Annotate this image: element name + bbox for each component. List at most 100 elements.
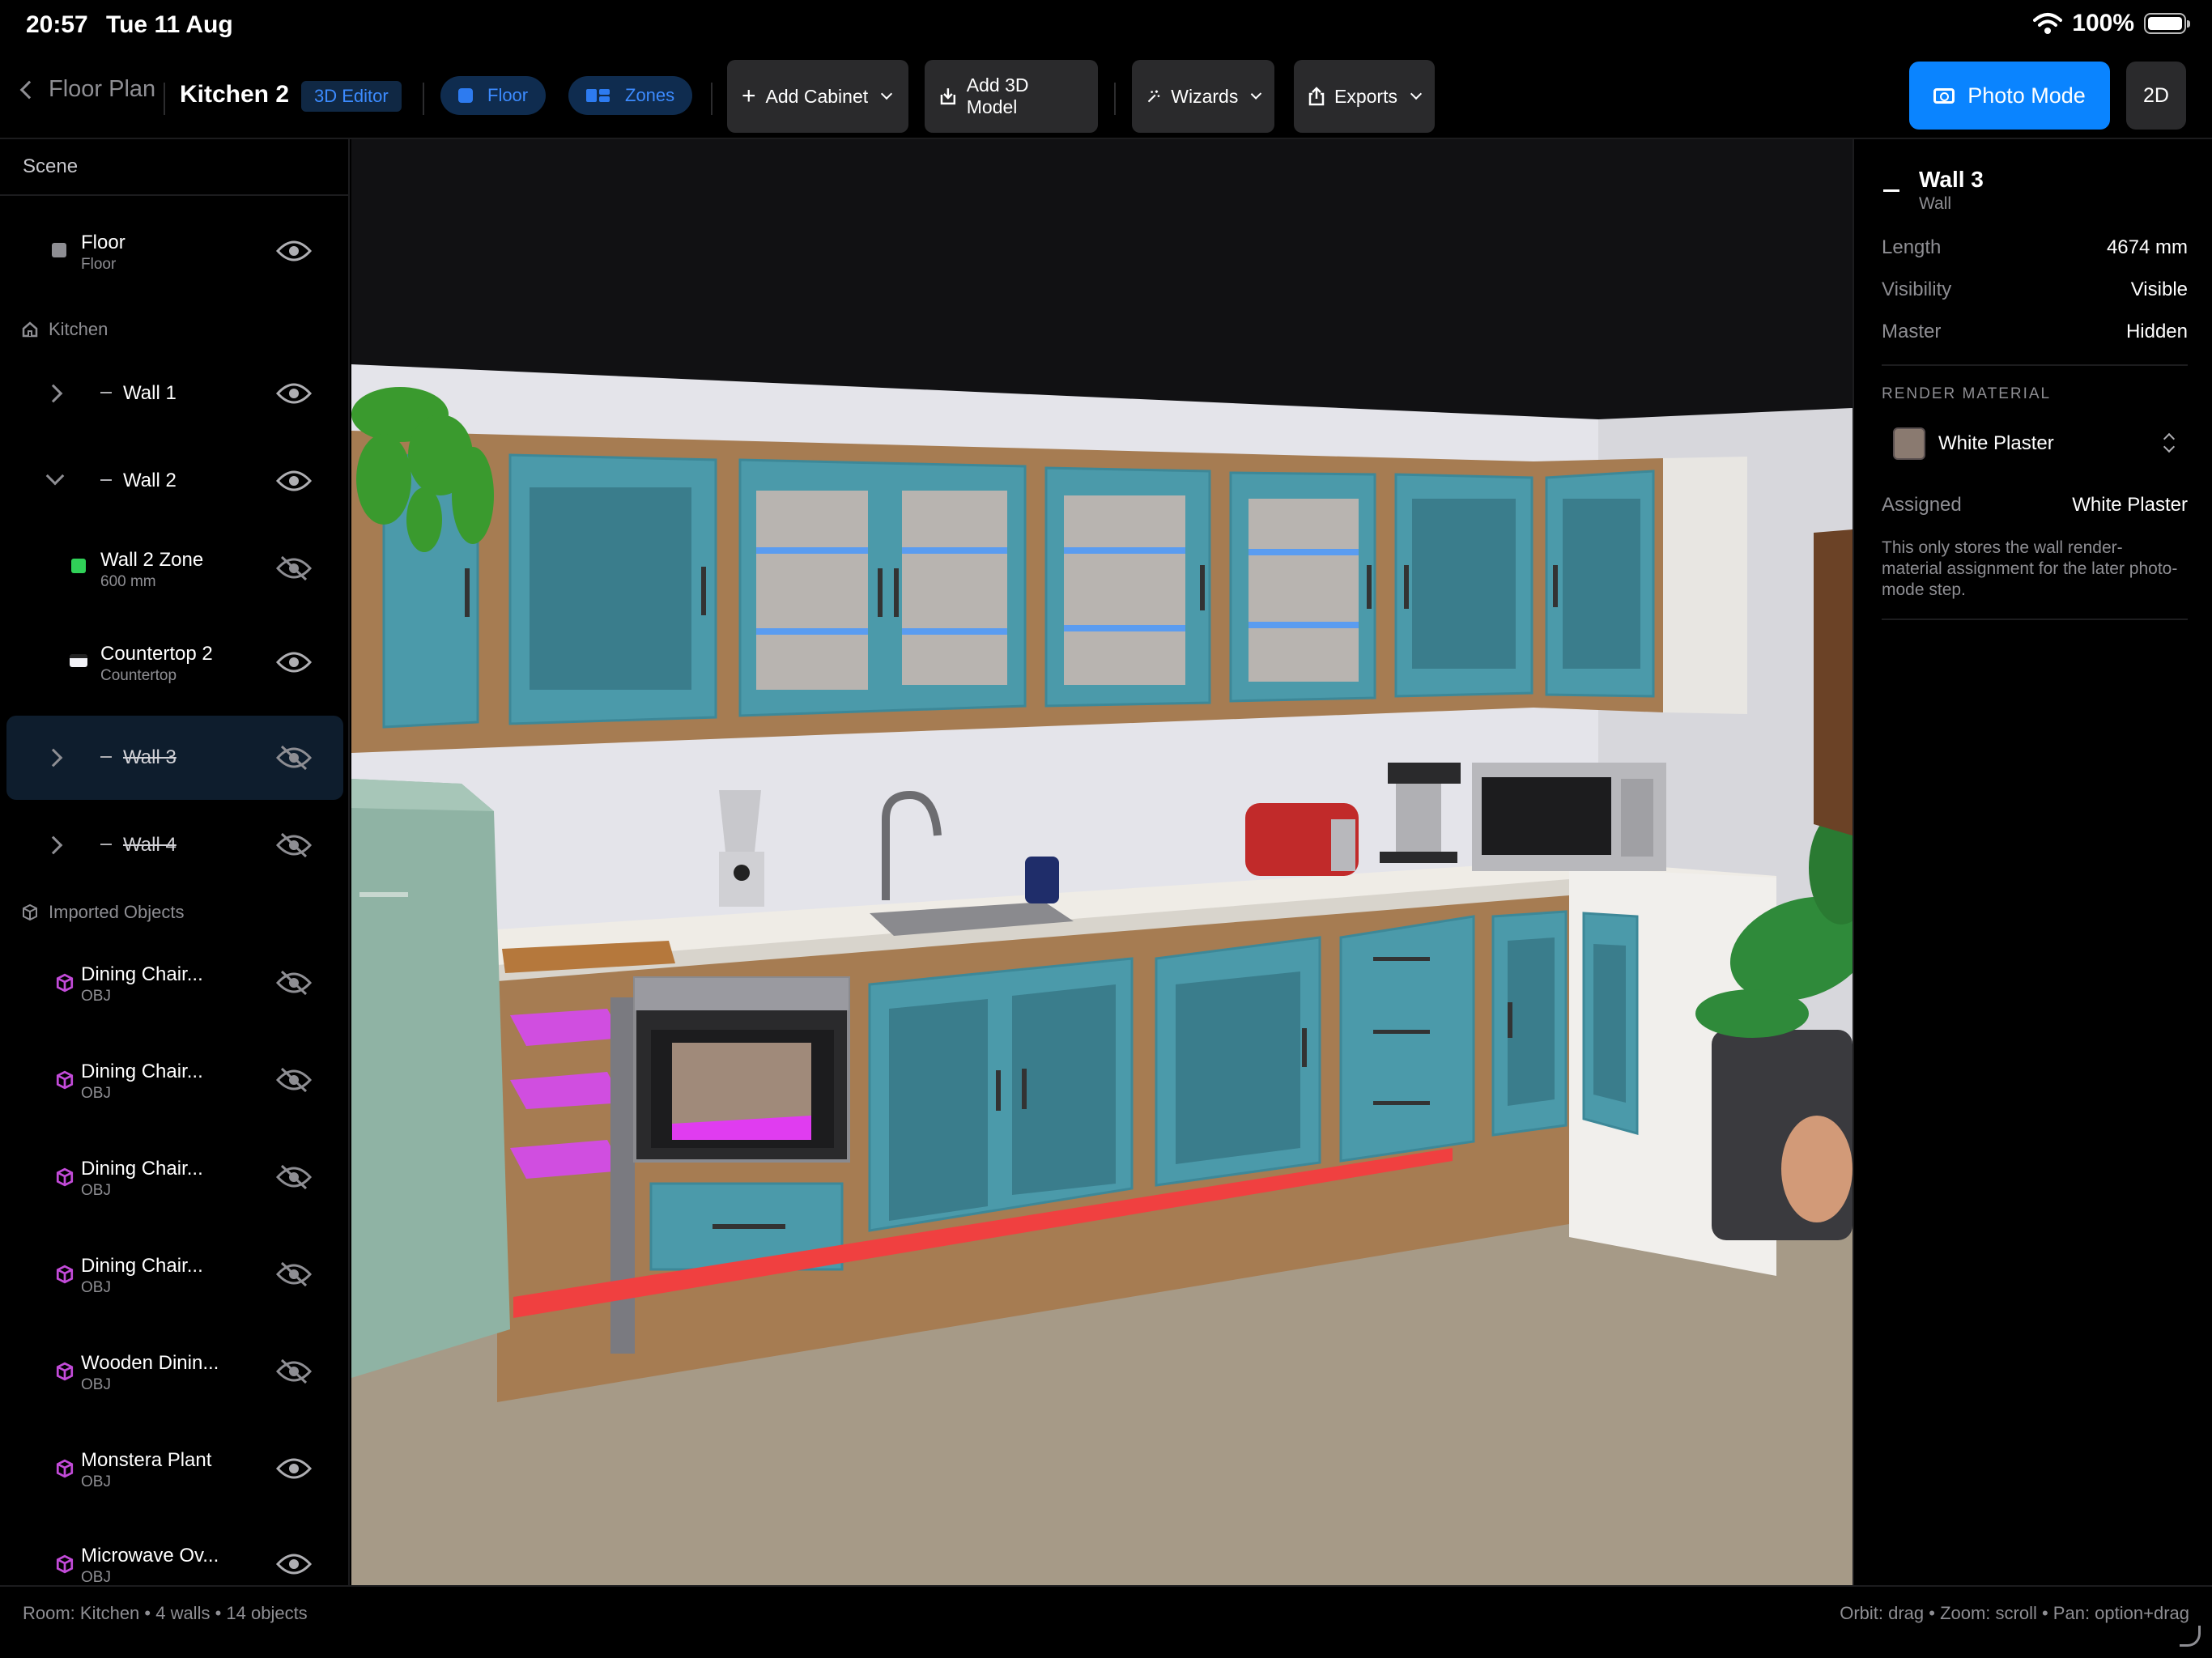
toolbar-divider xyxy=(1114,83,1116,115)
upper-cabinet-end-panel xyxy=(1663,457,1747,714)
cube-icon xyxy=(56,1554,74,1574)
eye-slash-icon[interactable] xyxy=(275,1067,313,1093)
chevron-left-icon xyxy=(19,80,39,99)
property-value: White Plaster xyxy=(2072,494,2188,516)
eye-slash-icon[interactable] xyxy=(275,1164,313,1190)
exports-button[interactable]: Exports xyxy=(1294,60,1435,133)
scene-item-subtitle: Countertop xyxy=(100,667,177,684)
scene-item-subtitle: Floor xyxy=(81,256,117,273)
battery-icon xyxy=(2144,13,2190,34)
property-length: Length 4674 mm xyxy=(1882,236,2188,259)
mode-badge: 3D Editor xyxy=(301,81,402,112)
scene-item-wall-3[interactable]: Wall 3 xyxy=(6,716,343,800)
material-note: This only stores the wall render-materia… xyxy=(1882,538,2178,599)
scene-item-countertop-2[interactable]: Countertop 2 Countertop xyxy=(6,620,343,704)
inspector-panel: Wall 3 Wall Length 4674 mm Visibility Vi… xyxy=(1853,139,2212,1585)
scene-panel: Scene Floor Floor Kitchen Wall 1 Wall 2 … xyxy=(0,139,350,1585)
view-2d-button[interactable]: 2D xyxy=(2126,62,2186,130)
chevron-right-icon[interactable] xyxy=(44,835,63,855)
back-label: Floor Plan xyxy=(49,76,156,102)
eye-slash-icon[interactable] xyxy=(275,970,313,996)
scene-header: Scene xyxy=(0,139,348,196)
scene-item-wooden-dining[interactable]: Wooden Dinin... OBJ xyxy=(6,1329,343,1414)
eye-icon[interactable] xyxy=(275,649,313,675)
property-key: Master xyxy=(1882,321,1942,342)
scene-item-floor[interactable]: Floor Floor xyxy=(6,209,343,293)
cube-icon xyxy=(56,1265,74,1284)
eye-icon[interactable] xyxy=(275,1551,313,1577)
property-master[interactable]: Master Hidden xyxy=(1882,321,2188,343)
scene-item-wall-4[interactable]: Wall 4 xyxy=(6,803,343,887)
chevron-right-icon[interactable] xyxy=(44,748,63,767)
property-key: Visibility xyxy=(1882,278,1952,300)
toolbar-divider xyxy=(164,83,165,115)
material-picker-label: White Plaster xyxy=(1938,432,2054,454)
eye-slash-icon[interactable] xyxy=(275,1358,313,1384)
cube-icon xyxy=(56,1459,74,1478)
resize-handle-icon[interactable] xyxy=(2180,1626,2201,1647)
eye-icon[interactable] xyxy=(275,1456,313,1482)
magenta-shelves xyxy=(510,1009,623,1179)
scene-item-wall-1[interactable]: Wall 1 xyxy=(6,351,343,436)
scene-item-wall-2-zone[interactable]: Wall 2 Zone 600 mm xyxy=(6,526,343,610)
material-picker[interactable]: White Plaster xyxy=(1882,418,2188,470)
cube-icon xyxy=(56,1167,74,1187)
add-3d-model-button[interactable]: Add 3D Model xyxy=(925,60,1098,133)
imported-section-header: Imported Objects xyxy=(21,902,185,923)
scene-item-subtitle: OBJ xyxy=(81,1085,111,1102)
scene-item-dining-chair-4[interactable]: Dining Chair... OBJ xyxy=(6,1232,343,1316)
cube-icon xyxy=(56,1362,74,1381)
zone-square-icon xyxy=(71,559,86,573)
back-button[interactable]: Floor Plan xyxy=(19,76,156,103)
home-icon xyxy=(22,321,38,338)
chevron-right-icon[interactable] xyxy=(44,384,63,403)
zones-pill-label: Zones xyxy=(625,85,675,105)
eye-icon[interactable] xyxy=(275,380,313,406)
cube-icon xyxy=(56,973,74,993)
chevron-down-icon xyxy=(1410,87,1423,100)
scene-item-dining-chair-3[interactable]: Dining Chair... OBJ xyxy=(6,1135,343,1219)
scene-item-title: Wall 3 xyxy=(123,746,177,768)
camera-icon xyxy=(1933,87,1955,104)
photo-mode-button[interactable]: Photo Mode xyxy=(1909,62,2110,130)
eye-slash-icon[interactable] xyxy=(275,555,313,581)
eye-slash-icon[interactable] xyxy=(275,1261,313,1287)
scene-item-microwave[interactable]: Microwave Ov... OBJ xyxy=(6,1522,343,1585)
scene-item-dining-chair-1[interactable]: Dining Chair... OBJ xyxy=(6,941,343,1025)
property-value: Visible xyxy=(2130,278,2188,300)
floor-pill[interactable]: Floor xyxy=(440,76,547,115)
eye-slash-icon[interactable] xyxy=(275,832,313,858)
chevron-updown-icon xyxy=(2163,432,2176,456)
wifi-icon xyxy=(2033,13,2063,34)
3d-viewport[interactable] xyxy=(351,139,1853,1585)
scene-item-subtitle: OBJ xyxy=(81,1182,111,1199)
property-visibility[interactable]: Visibility Visible xyxy=(1882,278,2188,301)
kitchen-scene[interactable] xyxy=(351,139,1853,1585)
eye-slash-icon[interactable] xyxy=(275,745,313,771)
zones-pill[interactable]: Zones xyxy=(568,76,693,115)
scene-item-wall-2[interactable]: Wall 2 xyxy=(6,439,343,523)
scene-item-title: Dining Chair... xyxy=(81,963,203,985)
scene-item-title: Countertop 2 xyxy=(100,643,213,665)
scene-item-monstera-plant[interactable]: Monstera Plant OBJ xyxy=(6,1426,343,1511)
scene-item-title: Wooden Dinin... xyxy=(81,1352,219,1374)
add-cabinet-button[interactable]: + Add Cabinet xyxy=(727,60,908,133)
scene-item-title: Wall 2 Zone xyxy=(100,549,204,571)
eye-icon[interactable] xyxy=(275,468,313,494)
scene-item-title: Monstera Plant xyxy=(81,1449,212,1471)
wizards-button[interactable]: Wizards xyxy=(1132,60,1274,133)
battery-percentage: 100% xyxy=(2072,10,2134,36)
scene-item-title: Microwave Ov... xyxy=(81,1545,219,1567)
countertop-icon xyxy=(70,654,87,667)
status-footer: Room: Kitchen • 4 walls • 14 objects Orb… xyxy=(0,1585,2212,1658)
wall-dash-icon xyxy=(100,392,112,393)
material-swatch xyxy=(1893,427,1925,460)
refrigerator xyxy=(351,779,510,1378)
eye-icon[interactable] xyxy=(275,238,313,264)
render-material-heading: RENDER MATERIAL xyxy=(1882,385,2052,402)
import-icon xyxy=(940,88,956,105)
chevron-down-icon[interactable] xyxy=(45,466,65,486)
exports-label: Exports xyxy=(1334,85,1397,107)
scene-item-dining-chair-2[interactable]: Dining Chair... OBJ xyxy=(6,1038,343,1122)
scene-item-title: Floor xyxy=(81,232,125,253)
